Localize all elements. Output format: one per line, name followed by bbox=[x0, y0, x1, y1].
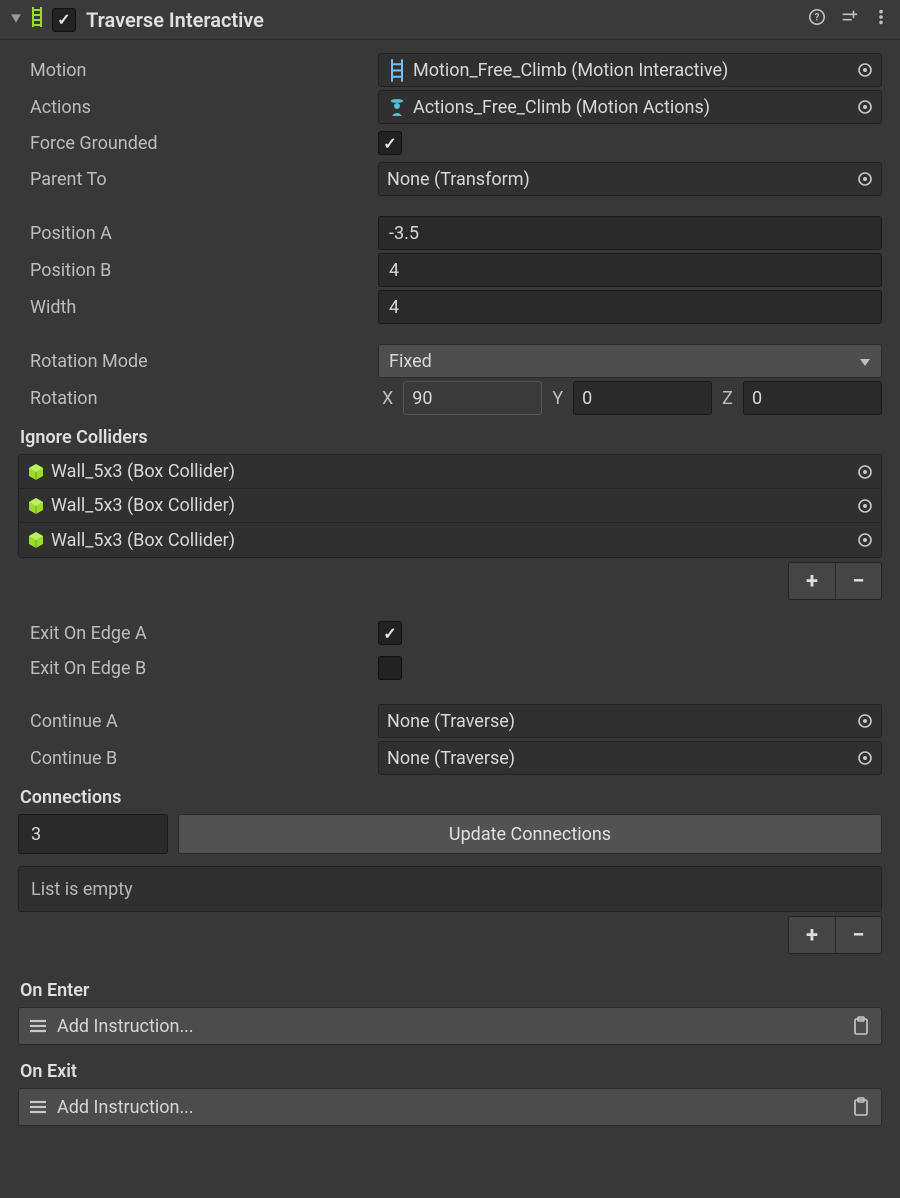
target-icon[interactable] bbox=[857, 713, 873, 729]
motion-value: Motion_Free_Climb (Motion Interactive) bbox=[413, 60, 857, 81]
force-grounded-checkbox[interactable] bbox=[378, 131, 402, 155]
list-item[interactable]: Wall_5x3 (Box Collider) bbox=[19, 523, 881, 557]
rotation-label: Rotation bbox=[18, 388, 378, 409]
actions-field[interactable]: Actions_Free_Climb (Motion Actions) bbox=[378, 90, 882, 124]
motion-label: Motion bbox=[18, 60, 378, 81]
remove-collider-button[interactable]: − bbox=[835, 563, 881, 599]
ignore-colliders-label: Ignore Colliders bbox=[18, 427, 882, 448]
hamburger-icon bbox=[29, 1099, 47, 1115]
width-label: Width bbox=[18, 297, 378, 318]
width-input[interactable]: 4 bbox=[378, 290, 882, 324]
rotation-y-input[interactable]: 0 bbox=[573, 381, 712, 415]
list-item-label: Wall_5x3 (Box Collider) bbox=[51, 495, 857, 516]
preset-icon[interactable] bbox=[840, 8, 858, 31]
parent-to-label: Parent To bbox=[18, 169, 378, 190]
list-item[interactable]: Wall_5x3 (Box Collider) bbox=[19, 489, 881, 523]
x-label: X bbox=[378, 388, 397, 409]
force-grounded-label: Force Grounded bbox=[18, 133, 378, 154]
add-connection-button[interactable]: + bbox=[789, 917, 835, 953]
continue-b-label: Continue B bbox=[18, 748, 378, 769]
target-icon[interactable] bbox=[857, 62, 873, 78]
update-connections-button[interactable]: Update Connections bbox=[178, 814, 882, 854]
rotation-mode-label: Rotation Mode bbox=[18, 351, 378, 372]
rotation-z-input[interactable]: 0 bbox=[743, 381, 882, 415]
on-exit-add-instruction[interactable]: Add Instruction... bbox=[18, 1088, 882, 1126]
component-enabled-checkbox[interactable] bbox=[52, 8, 76, 32]
on-enter-label: On Enter bbox=[18, 980, 882, 1001]
component-title: Traverse Interactive bbox=[86, 8, 808, 32]
list-item-label: Wall_5x3 (Box Collider) bbox=[51, 461, 857, 482]
clipboard-icon[interactable] bbox=[851, 1097, 871, 1117]
foldout-icon[interactable] bbox=[10, 12, 22, 27]
exit-edge-a-checkbox[interactable] bbox=[378, 621, 402, 645]
ladder-icon bbox=[387, 60, 407, 80]
continue-a-label: Continue A bbox=[18, 711, 378, 732]
remove-connection-button[interactable]: − bbox=[835, 917, 881, 953]
cube-icon bbox=[27, 463, 45, 481]
exit-edge-b-checkbox[interactable] bbox=[378, 656, 402, 680]
rotation-mode-value: Fixed bbox=[389, 351, 432, 372]
connections-empty-label: List is empty bbox=[18, 866, 882, 912]
actions-value: Actions_Free_Climb (Motion Actions) bbox=[413, 97, 857, 118]
clipboard-icon[interactable] bbox=[851, 1016, 871, 1036]
connections-label: Connections bbox=[18, 787, 882, 808]
target-icon[interactable] bbox=[857, 464, 873, 480]
continue-b-field[interactable]: None (Traverse) bbox=[378, 741, 882, 775]
position-a-input[interactable]: -3.5 bbox=[378, 216, 882, 250]
cube-icon bbox=[27, 497, 45, 515]
menu-icon[interactable] bbox=[872, 8, 890, 31]
target-icon[interactable] bbox=[857, 171, 873, 187]
y-label: Y bbox=[548, 388, 567, 409]
continue-b-value: None (Traverse) bbox=[387, 748, 857, 769]
actions-label: Actions bbox=[18, 97, 378, 118]
help-icon[interactable]: ? bbox=[808, 8, 826, 31]
target-icon[interactable] bbox=[857, 532, 873, 548]
on-enter-add-instruction[interactable]: Add Instruction... bbox=[18, 1007, 882, 1045]
target-icon[interactable] bbox=[857, 498, 873, 514]
rotation-x-input[interactable]: 90 bbox=[403, 381, 542, 415]
hamburger-icon bbox=[29, 1018, 47, 1034]
position-b-input[interactable]: 4 bbox=[378, 253, 882, 287]
z-label: Z bbox=[718, 388, 737, 409]
list-item-label: Wall_5x3 (Box Collider) bbox=[51, 530, 857, 551]
on-exit-label: On Exit bbox=[18, 1061, 882, 1082]
svg-text:?: ? bbox=[815, 13, 820, 24]
rotation-mode-dropdown[interactable]: Fixed bbox=[378, 344, 882, 378]
motion-field[interactable]: Motion_Free_Climb (Motion Interactive) bbox=[378, 53, 882, 87]
exit-edge-a-label: Exit On Edge A bbox=[18, 623, 378, 644]
person-icon bbox=[387, 97, 407, 117]
exit-edge-b-label: Exit On Edge B bbox=[18, 658, 378, 679]
target-icon[interactable] bbox=[857, 99, 873, 115]
parent-to-field[interactable]: None (Transform) bbox=[378, 162, 882, 196]
continue-a-field[interactable]: None (Traverse) bbox=[378, 704, 882, 738]
add-collider-button[interactable]: + bbox=[789, 563, 835, 599]
continue-a-value: None (Traverse) bbox=[387, 711, 857, 732]
position-b-label: Position B bbox=[18, 260, 378, 281]
cube-icon bbox=[27, 531, 45, 549]
target-icon[interactable] bbox=[857, 750, 873, 766]
connections-count-input[interactable]: 3 bbox=[18, 814, 168, 854]
ignore-colliders-list: Wall_5x3 (Box Collider) Wall_5x3 (Box Co… bbox=[18, 454, 882, 558]
instruction-placeholder: Add Instruction... bbox=[57, 1097, 851, 1118]
instruction-placeholder: Add Instruction... bbox=[57, 1016, 851, 1037]
list-item[interactable]: Wall_5x3 (Box Collider) bbox=[19, 455, 881, 489]
chevron-down-icon bbox=[859, 351, 871, 372]
position-a-label: Position A bbox=[18, 223, 378, 244]
ladder-icon bbox=[28, 6, 52, 33]
component-header[interactable]: Traverse Interactive ? bbox=[0, 0, 900, 40]
parent-to-value: None (Transform) bbox=[387, 169, 857, 190]
